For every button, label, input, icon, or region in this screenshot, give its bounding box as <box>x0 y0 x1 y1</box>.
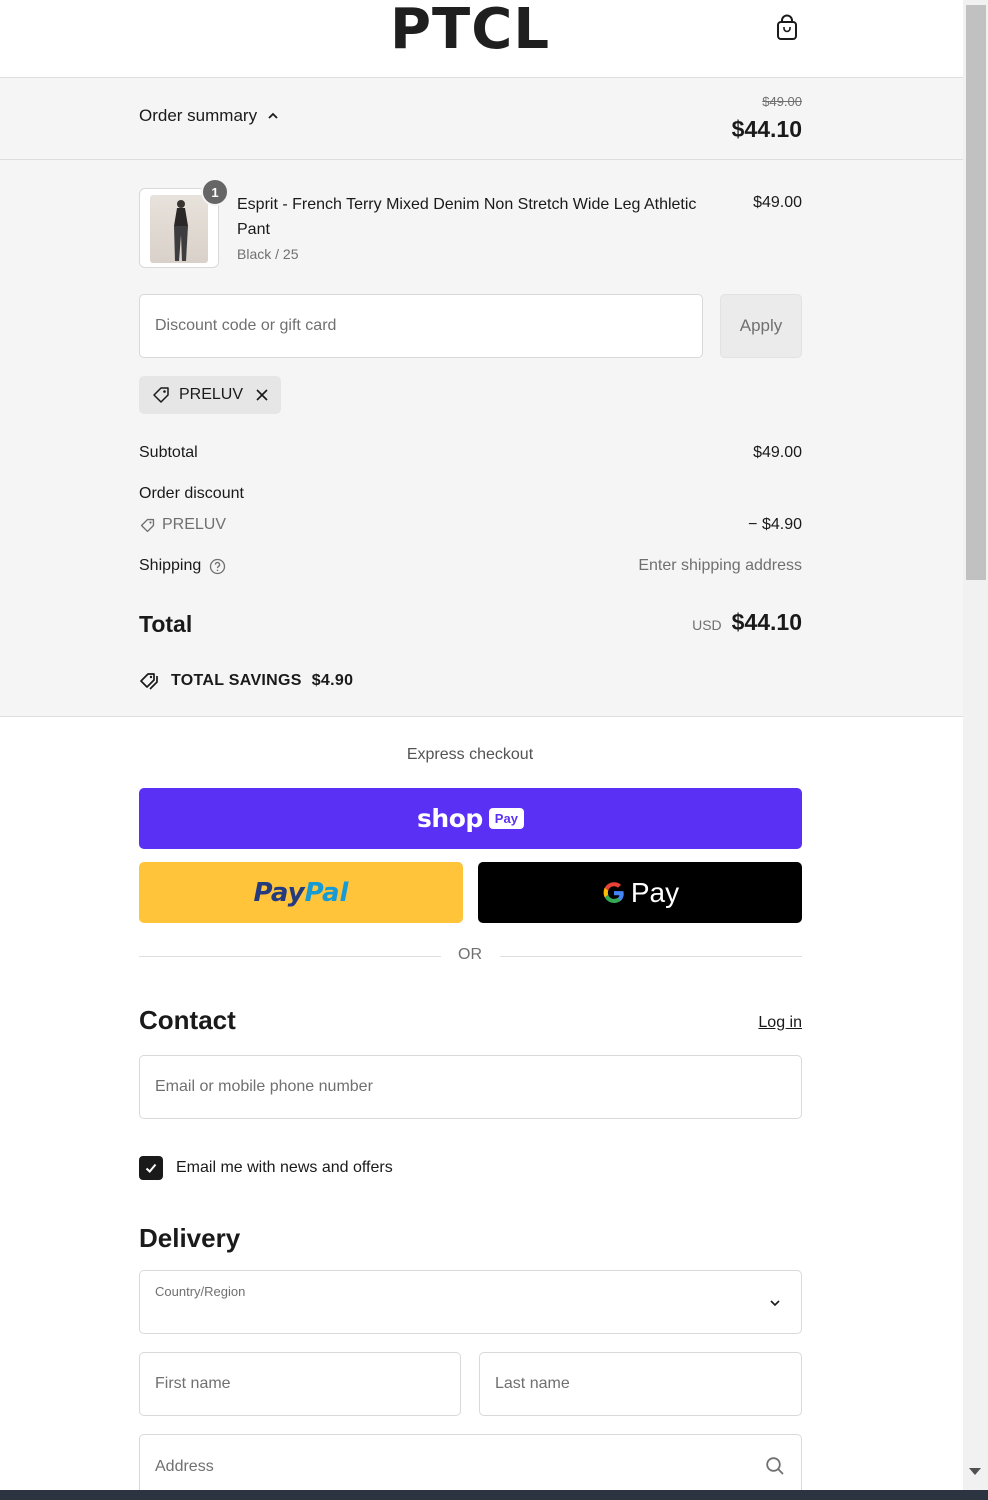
divider-right <box>500 956 802 957</box>
order-summary-bar: Order summary $49.00 $44.10 <box>0 78 963 160</box>
site-header: PTCL <box>0 0 963 78</box>
shipping-label: Shipping <box>139 557 202 574</box>
order-discount-label: Order discount <box>139 485 244 502</box>
tag-icon <box>153 387 169 403</box>
last-name-field[interactable] <box>479 1352 802 1416</box>
total-savings-label: TOTAL SAVINGS <box>171 672 302 689</box>
help-icon[interactable] <box>209 558 226 575</box>
shipping-label-row: Shipping <box>139 557 226 575</box>
first-name-field[interactable] <box>139 1352 461 1416</box>
vertical-scrollbar[interactable] <box>963 0 988 1490</box>
order-summary-panel: 1 Esprit - French Terry Mixed Denim Non … <box>0 160 963 717</box>
subtotal-label: Subtotal <box>139 444 198 461</box>
express-checkout-label: Express checkout <box>406 746 534 763</box>
original-price: $49.00 <box>762 94 802 109</box>
shipping-value: Enter shipping address <box>638 557 802 574</box>
shop-pay-button[interactable]: shop Pay <box>139 788 802 849</box>
total-savings-value: $4.90 <box>311 672 354 689</box>
log-in-link[interactable]: Log in <box>758 1014 802 1032</box>
total-label: Total <box>139 611 193 637</box>
or-divider-text: OR <box>458 946 482 963</box>
close-icon[interactable] <box>255 388 269 402</box>
product-thumbnail: 1 <box>139 178 229 268</box>
country-region-select[interactable]: Country/Region <box>139 1270 802 1334</box>
summary-total-price: $44.10 <box>731 116 802 142</box>
country-region-label: Country/Region <box>155 1284 246 1299</box>
shopping-bag-icon[interactable] <box>774 14 800 42</box>
order-discount-code-text: PRELUV <box>162 516 227 533</box>
email-field[interactable] <box>139 1055 802 1119</box>
check-icon <box>145 1163 157 1173</box>
google-pay-button[interactable]: Pay <box>478 862 802 923</box>
newsletter-checkbox-row[interactable]: Email me with news and offers <box>139 1156 393 1180</box>
total-price: USD $44.10 <box>692 609 802 636</box>
paypal-button[interactable]: PayPal <box>139 862 463 923</box>
savings-tag-icon <box>140 673 158 690</box>
chevron-down-icon <box>770 1300 780 1307</box>
total-amount: $44.10 <box>731 609 802 635</box>
product-name: Esprit - French Terry Mixed Denim Non St… <box>237 196 697 238</box>
scroll-down-arrow-icon[interactable] <box>969 1468 981 1475</box>
order-discount-code: PRELUV <box>139 516 226 534</box>
subtotal-value: $49.00 <box>753 444 802 461</box>
address-field[interactable] <box>139 1434 802 1490</box>
newsletter-label: Email me with news and offers <box>176 1159 393 1176</box>
applied-discount-chip: PRELUV <box>139 376 282 414</box>
apply-discount-button[interactable]: Apply <box>720 294 802 358</box>
tag-icon <box>140 518 155 532</box>
paypal-wordmark-pal: Pal <box>304 877 349 908</box>
total-savings: TOTAL SAVINGS $4.90 <box>139 671 353 691</box>
discount-code-input[interactable] <box>139 294 703 358</box>
scrollbar-thumb[interactable] <box>966 5 986 580</box>
order-summary-toggle[interactable]: Order summary <box>139 106 279 126</box>
google-pay-wordmark: Pay <box>630 876 680 908</box>
contact-heading: Contact <box>139 1005 236 1035</box>
search-icon <box>766 1457 784 1475</box>
os-taskbar <box>0 1490 988 1500</box>
product-price: $49.00 <box>753 194 802 211</box>
product-image <box>150 195 208 263</box>
google-g-icon <box>603 881 624 903</box>
applied-discount-code: PRELUV <box>179 386 244 403</box>
paypal-wordmark-pay: Pay <box>253 877 305 908</box>
delivery-heading: Delivery <box>139 1223 241 1253</box>
quantity-badge: 1 <box>201 178 229 206</box>
newsletter-checkbox[interactable] <box>139 1156 163 1180</box>
chevron-up-icon <box>268 112 278 119</box>
shop-pay-badge: Pay <box>488 808 524 829</box>
order-summary-label: Order summary <box>139 106 258 125</box>
order-discount-value: − $4.90 <box>748 516 802 533</box>
paypal-wordmark: PayPal <box>254 878 349 908</box>
shop-pay-wordmark: shop <box>417 804 483 833</box>
checkout-page: PTCL Order summary $49.00 $44.10 1 Espri… <box>0 0 963 1490</box>
currency-code: USD <box>692 617 722 633</box>
product-variant: Black / 25 <box>237 246 299 262</box>
